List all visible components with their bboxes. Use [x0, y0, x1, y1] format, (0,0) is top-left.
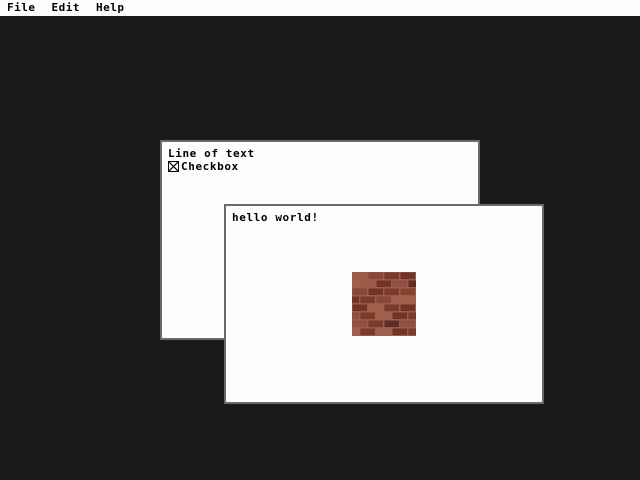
- brick-tile: [392, 280, 407, 287]
- brick-tile: [368, 320, 383, 327]
- brick-tile: [408, 296, 416, 303]
- brick-tile: [400, 288, 415, 295]
- brick-tile: [384, 304, 399, 311]
- menu-help[interactable]: Help: [88, 0, 133, 16]
- brick-tile: [360, 312, 375, 319]
- brick-tile: [384, 272, 399, 279]
- brick-tile: [360, 296, 375, 303]
- brick-tile: [376, 312, 391, 319]
- brick-tile: [352, 320, 367, 327]
- brick-tile: [376, 328, 391, 335]
- hello-world-label: hello world!: [232, 211, 319, 224]
- line-of-text-label: Line of text: [168, 147, 255, 160]
- brick-tile: [408, 328, 416, 335]
- brick-tile: [368, 304, 383, 311]
- menu-edit[interactable]: Edit: [44, 0, 89, 16]
- brick-tile: [352, 312, 359, 319]
- brick-tile: [360, 280, 375, 287]
- brick-tile: [352, 328, 359, 335]
- brick-texture-image: [352, 272, 416, 336]
- front-window[interactable]: hello world!: [224, 204, 544, 404]
- brick-tile: [408, 280, 416, 287]
- brick-tile: [376, 296, 391, 303]
- checkbox-checked-icon[interactable]: [168, 161, 179, 172]
- brick-tile: [376, 280, 391, 287]
- brick-tile: [352, 288, 367, 295]
- brick-tile: [408, 312, 416, 319]
- brick-tile: [384, 288, 399, 295]
- brick-tile: [368, 272, 383, 279]
- brick-tile: [392, 312, 407, 319]
- brick-tile: [392, 296, 407, 303]
- brick-tile: [360, 328, 375, 335]
- brick-tile: [400, 320, 415, 327]
- brick-tile: [400, 304, 415, 311]
- brick-tile: [400, 272, 415, 279]
- brick-tile: [352, 296, 359, 303]
- menu-bar: File Edit Help: [0, 0, 640, 16]
- brick-tile: [352, 280, 359, 287]
- checkbox-label[interactable]: Checkbox: [181, 160, 239, 173]
- brick-tile: [352, 272, 367, 279]
- checkbox-row[interactable]: Checkbox: [168, 160, 239, 173]
- brick-tile: [352, 304, 367, 311]
- menu-file[interactable]: File: [0, 0, 44, 16]
- brick-tile: [368, 288, 383, 295]
- brick-tile: [384, 320, 399, 327]
- brick-tile: [392, 328, 407, 335]
